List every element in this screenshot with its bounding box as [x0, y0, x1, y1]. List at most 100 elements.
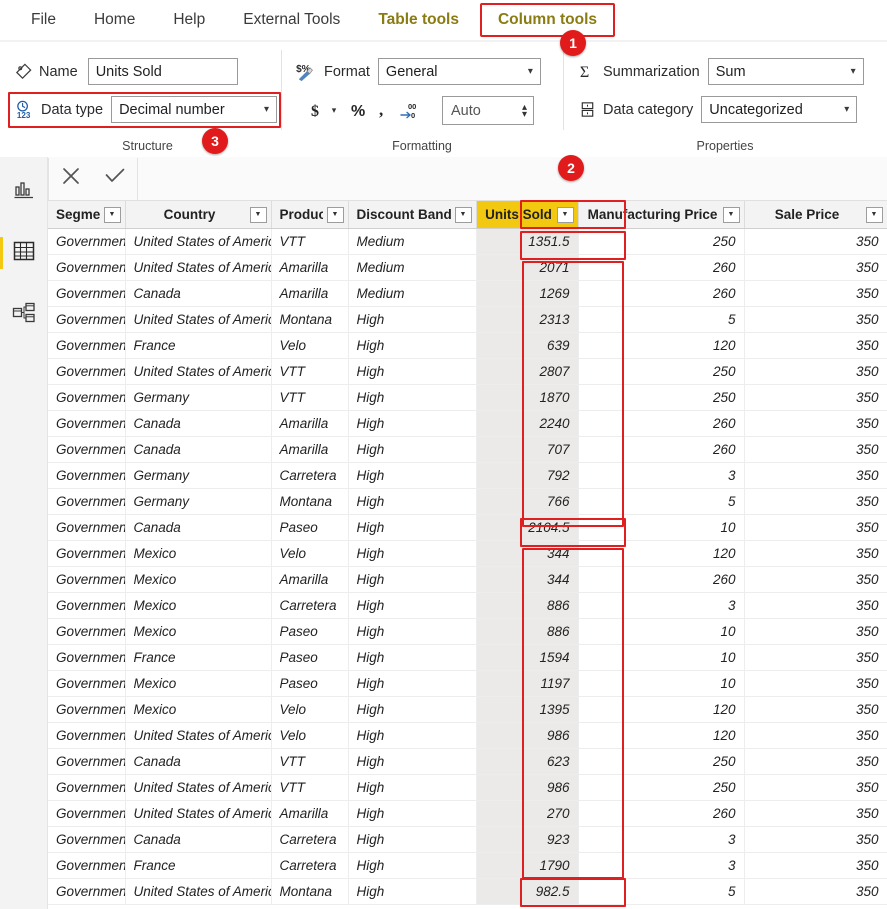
sidebar-item-model-view[interactable]: [0, 291, 48, 339]
data-grid[interactable]: Segment ▼ Country ▼ Product ▼: [48, 201, 887, 909]
table-cell[interactable]: Carretera: [271, 592, 349, 619]
table-cell[interactable]: Paseo: [271, 644, 349, 671]
table-cell[interactable]: High: [348, 852, 477, 879]
column-header-country[interactable]: Country ▼: [125, 201, 272, 229]
table-cell[interactable]: 350: [744, 878, 887, 905]
table-row[interactable]: Government United States of America VTT Hig…: [48, 774, 887, 801]
table-cell[interactable]: France: [125, 332, 272, 359]
table-cell[interactable]: Canada: [125, 436, 272, 463]
table-cell[interactable]: 10: [578, 618, 745, 645]
table-cell[interactable]: 120: [578, 696, 745, 723]
table-cell[interactable]: France: [125, 852, 272, 879]
tab-home[interactable]: Home: [77, 4, 152, 36]
table-cell[interactable]: Velo: [271, 722, 349, 749]
table-row[interactable]: Government Canada Carretera High 923 3 350: [48, 826, 887, 853]
table-cell[interactable]: 344: [476, 566, 579, 593]
table-cell[interactable]: 350: [744, 384, 887, 411]
table-cell[interactable]: 10: [578, 514, 745, 541]
sidebar-item-data-view[interactable]: [0, 229, 48, 277]
table-cell[interactable]: Government: [48, 852, 126, 879]
table-cell[interactable]: Medium: [348, 228, 477, 255]
table-cell[interactable]: United States of America: [125, 878, 272, 905]
table-cell[interactable]: High: [348, 670, 477, 697]
table-cell[interactable]: 1870: [476, 384, 579, 411]
table-cell[interactable]: Velo: [271, 332, 349, 359]
formula-input[interactable]: [138, 158, 887, 200]
table-cell[interactable]: Paseo: [271, 514, 349, 541]
table-cell[interactable]: Government: [48, 618, 126, 645]
table-cell[interactable]: VTT: [271, 774, 349, 801]
table-cell[interactable]: 5: [578, 488, 745, 515]
table-cell[interactable]: 2071: [476, 254, 579, 281]
table-cell[interactable]: Government: [48, 670, 126, 697]
table-cell[interactable]: Government: [48, 332, 126, 359]
table-cell[interactable]: Medium: [348, 280, 477, 307]
table-cell[interactable]: 260: [578, 280, 745, 307]
table-cell[interactable]: Velo: [271, 540, 349, 567]
table-cell[interactable]: Government: [48, 826, 126, 853]
table-cell[interactable]: 886: [476, 618, 579, 645]
table-cell[interactable]: Canada: [125, 514, 272, 541]
table-cell[interactable]: 260: [578, 436, 745, 463]
table-cell[interactable]: 350: [744, 540, 887, 567]
table-cell[interactable]: 350: [744, 306, 887, 333]
table-cell[interactable]: 1790: [476, 852, 579, 879]
table-cell[interactable]: 5: [578, 306, 745, 333]
filter-dropdown-icon[interactable]: ▼: [865, 206, 883, 223]
table-cell[interactable]: Amarilla: [271, 280, 349, 307]
table-row[interactable]: Government Mexico Velo High 1395 120 350: [48, 696, 887, 723]
tab-external-tools[interactable]: External Tools: [226, 4, 357, 36]
table-cell[interactable]: High: [348, 540, 477, 567]
filter-dropdown-icon[interactable]: ▼: [103, 206, 121, 223]
table-cell[interactable]: Mexico: [125, 592, 272, 619]
table-cell[interactable]: High: [348, 358, 477, 385]
table-row[interactable]: Government Germany VTT High 1870 250 350: [48, 384, 887, 411]
table-cell[interactable]: 350: [744, 722, 887, 749]
table-row[interactable]: Government France Carretera High 1790 3 350: [48, 852, 887, 879]
table-cell[interactable]: Canada: [125, 826, 272, 853]
table-cell[interactable]: 1197: [476, 670, 579, 697]
table-cell[interactable]: 350: [744, 566, 887, 593]
table-cell[interactable]: 350: [744, 748, 887, 775]
table-cell[interactable]: Mexico: [125, 540, 272, 567]
table-cell[interactable]: 350: [744, 332, 887, 359]
filter-dropdown-icon[interactable]: ▼: [249, 206, 267, 223]
table-cell[interactable]: 350: [744, 462, 887, 489]
table-cell[interactable]: 350: [744, 410, 887, 437]
decimal-places-spinner[interactable]: Auto ▴ ▾: [442, 96, 534, 125]
table-cell[interactable]: 250: [578, 384, 745, 411]
table-row[interactable]: Government Germany Carretera High 792 3 350: [48, 462, 887, 489]
table-cell[interactable]: Montana: [271, 306, 349, 333]
table-cell[interactable]: 350: [744, 852, 887, 879]
column-header-segment[interactable]: Segment ▼: [48, 201, 126, 229]
table-cell[interactable]: Paseo: [271, 618, 349, 645]
table-row[interactable]: Government Mexico Carretera High 886 3 350: [48, 592, 887, 619]
table-row[interactable]: Government United States of America Montan…: [48, 306, 887, 333]
table-cell[interactable]: 350: [744, 514, 887, 541]
table-cell[interactable]: Montana: [271, 488, 349, 515]
table-cell[interactable]: Government: [48, 358, 126, 385]
table-row[interactable]: Government Germany Montana High 766 5 350: [48, 488, 887, 515]
table-cell[interactable]: 260: [578, 410, 745, 437]
table-cell[interactable]: 3: [578, 826, 745, 853]
table-cell[interactable]: High: [348, 618, 477, 645]
table-cell[interactable]: 350: [744, 670, 887, 697]
table-cell[interactable]: Medium: [348, 254, 477, 281]
tab-help[interactable]: Help: [156, 4, 222, 36]
table-cell[interactable]: 120: [578, 722, 745, 749]
table-cell[interactable]: Government: [48, 774, 126, 801]
table-cell[interactable]: Government: [48, 514, 126, 541]
table-cell[interactable]: 350: [744, 280, 887, 307]
table-cell[interactable]: Government: [48, 748, 126, 775]
table-cell[interactable]: Velo: [271, 696, 349, 723]
table-cell[interactable]: 623: [476, 748, 579, 775]
table-cell[interactable]: Government: [48, 878, 126, 905]
table-cell[interactable]: 250: [578, 774, 745, 801]
table-cell[interactable]: 260: [578, 254, 745, 281]
table-cell[interactable]: 270: [476, 800, 579, 827]
table-cell[interactable]: High: [348, 436, 477, 463]
table-cell[interactable]: Government: [48, 566, 126, 593]
table-cell[interactable]: Paseo: [271, 670, 349, 697]
table-row[interactable]: Government Canada Paseo High 2104.5 10 350: [48, 514, 887, 541]
table-cell[interactable]: 344: [476, 540, 579, 567]
